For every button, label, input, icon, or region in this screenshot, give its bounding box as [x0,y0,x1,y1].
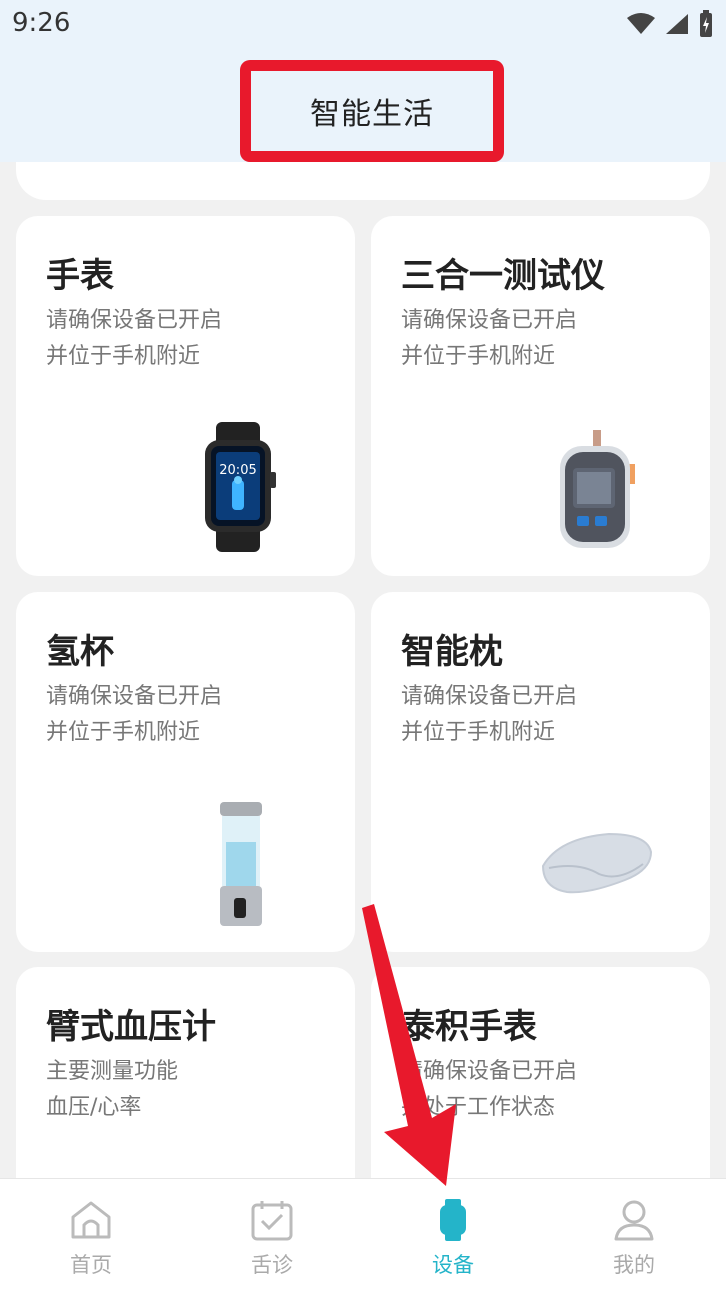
device-name: 智能枕 [401,632,503,672]
device-name: 手表 [46,256,114,296]
page-title: 智能生活 [310,97,434,132]
watch-icon [440,1199,466,1241]
device-hint-1: 请确保设备已开启 [46,308,223,333]
home-icon [71,1201,111,1239]
device-card-watch[interactable]: 手表 请确保设备已开启 并位于手机附近 20:05 [16,216,355,576]
battery-icon [700,10,712,37]
tab-label: 舌诊 [251,1253,293,1277]
tab-label: 首页 [70,1253,112,1277]
tab-devices[interactable]: 设备 [393,1199,513,1279]
device-card-pillow[interactable]: 智能枕 请确保设备已开启 并位于手机附近 [371,592,710,952]
smartwatch-image: 20:05 [205,422,276,552]
pillow-image [541,832,653,894]
device-hint-2: 并位于手机附近 [401,720,556,745]
device-hint-1: 请确保设备已开启 [46,684,223,709]
device-hint-2: 并位于手机附近 [401,344,556,369]
status-bar: 9:26 [0,0,726,50]
tab-label: 我的 [613,1253,655,1277]
status-icons [626,10,714,38]
device-name: 氢杯 [46,632,114,672]
device-hint-1: 请确保设备已开启 [401,1059,578,1084]
device-name: 三合一测试仪 [401,256,605,296]
device-hint-1: 主要测量功能 [46,1059,179,1084]
wifi-icon [627,13,655,34]
tab-profile[interactable]: 我的 [574,1199,694,1279]
device-name: 臂式血压计 [46,1007,216,1047]
user-icon [614,1200,654,1241]
svg-text:20:05: 20:05 [219,463,256,478]
status-time: 9:26 [12,8,71,38]
app-header: 9:26 智能生活 [0,0,726,162]
device-hint-2: 并处于工作状态 [401,1095,556,1120]
device-hint-2: 血压/心率 [46,1095,142,1120]
page-title-highlight: 智能生活 [240,60,504,162]
tester-image [560,430,635,548]
hydrogen-cup-image [220,802,262,926]
tab-tongue-diagnosis[interactable]: 舌诊 [212,1199,332,1279]
tab-label: 设备 [432,1253,474,1277]
bottom-tab-bar: 首页 舌诊 设备 我的 [0,1178,726,1292]
device-hint-1: 请确保设备已开启 [401,684,578,709]
device-card-hydrogen-cup[interactable]: 氢杯 请确保设备已开启 并位于手机附近 [16,592,355,952]
device-name: 泰积手表 [401,1007,537,1047]
signal-icon [666,14,688,34]
calendar-check-icon [251,1201,293,1241]
device-hint-1: 请确保设备已开启 [401,308,578,333]
device-hint-2: 并位于手机附近 [46,720,201,745]
tab-home[interactable]: 首页 [31,1199,151,1279]
device-card-tester[interactable]: 三合一测试仪 请确保设备已开启 并位于手机附近 [371,216,710,576]
device-hint-2: 并位于手机附近 [46,344,201,369]
